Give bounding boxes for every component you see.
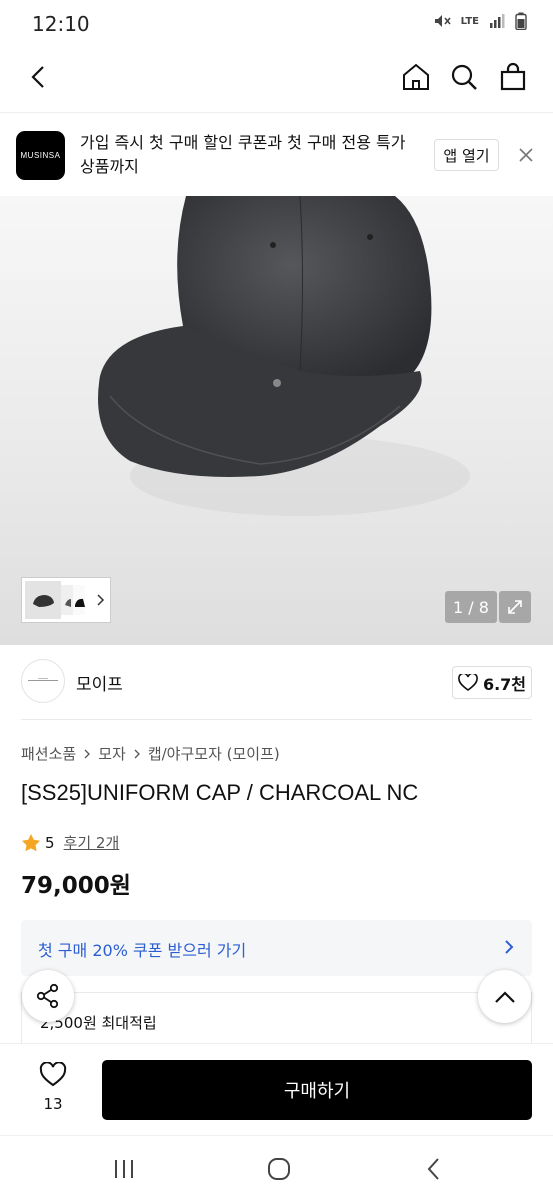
- divider: [21, 719, 532, 720]
- cart-button[interactable]: [488, 42, 538, 112]
- expand-icon: [508, 600, 522, 614]
- share-icon: [36, 983, 59, 1009]
- thumbnail-strip[interactable]: [21, 577, 111, 623]
- signal-icon: [490, 14, 505, 28]
- back-icon: [427, 1157, 439, 1180]
- cap-thumbnail-icon: [33, 595, 54, 607]
- home-icon: [403, 63, 429, 90]
- share-button[interactable]: [22, 970, 74, 1022]
- search-button[interactable]: [439, 42, 489, 112]
- status-icons: LTE: [433, 12, 527, 30]
- status-bar: 12:10 LTE: [0, 0, 553, 42]
- recent-apps-icon: [115, 1159, 133, 1178]
- chevron-right-icon: [505, 940, 514, 954]
- close-icon: [519, 148, 533, 162]
- network-type: LTE: [460, 15, 479, 27]
- home-button[interactable]: [391, 42, 441, 112]
- battery-icon: [515, 12, 527, 30]
- first-purchase-coupon[interactable]: 첫 구매 20% 쿠폰 받으러 가기: [21, 920, 532, 976]
- wishlist-button[interactable]: 13: [30, 1061, 76, 1113]
- heart-icon: [39, 1061, 67, 1087]
- status-time: 12:10: [32, 12, 90, 36]
- coupon-label: 첫 구매 20% 쿠폰 받으러 가기: [38, 941, 247, 960]
- product-image-gallery[interactable]: 1 / 8: [0, 196, 553, 645]
- heart-icon: [458, 673, 478, 691]
- product-rating: 5 후기 2개: [21, 832, 119, 853]
- chevron-right-icon[interactable]: [93, 593, 107, 607]
- breadcrumb-item[interactable]: 모자: [98, 743, 126, 764]
- brand-row: 모이프 6.7천: [0, 645, 553, 721]
- breadcrumb: 패션소품 모자 캡/야구모자 (모이프): [21, 743, 280, 764]
- back-nav-button[interactable]: [394, 1136, 474, 1200]
- chevron-left-icon: [31, 66, 44, 88]
- brand-logo[interactable]: [21, 659, 65, 703]
- chevron-up-icon: [494, 990, 515, 1003]
- wishlist-count: 13: [43, 1095, 63, 1113]
- brand-like-button[interactable]: 6.7천: [452, 666, 532, 699]
- fullscreen-button[interactable]: [499, 591, 531, 623]
- chevron-right-icon: [84, 749, 91, 758]
- scroll-top-button[interactable]: [478, 970, 531, 1023]
- brand-name[interactable]: 모이프: [76, 670, 123, 695]
- promo-close-button[interactable]: [514, 143, 538, 167]
- thumbnail-stack[interactable]: [61, 581, 89, 619]
- back-button[interactable]: [14, 42, 64, 112]
- product-title: [SS25]UNIFORM CAP / CHARCOAL NC: [21, 780, 419, 805]
- shopping-bag-icon: [500, 62, 526, 91]
- system-nav-bar: [0, 1135, 553, 1200]
- brand-like-count: 6.7천: [482, 674, 527, 694]
- cap-thumbnail-icon: [61, 585, 85, 615]
- home-nav-button[interactable]: [239, 1136, 319, 1200]
- musinsa-logo: MUSINSA: [16, 131, 65, 180]
- search-icon: [451, 64, 477, 90]
- product-price: 79,000원: [21, 873, 131, 899]
- thumbnail-image[interactable]: [25, 581, 61, 619]
- promo-message: 가입 즉시 첫 구매 할인 쿠폰과 첫 구매 전용 특가 상품까지: [80, 133, 406, 176]
- rating-score: 5: [45, 833, 55, 852]
- star-icon: [22, 833, 40, 851]
- open-app-button[interactable]: 앱 열기: [434, 139, 499, 171]
- purchase-bar: 13 구매하기: [0, 1043, 553, 1135]
- breadcrumb-item[interactable]: 캡/야구모자 (모이프): [148, 743, 280, 764]
- image-counter: 1 / 8: [445, 591, 497, 623]
- review-link[interactable]: 후기 2개: [64, 832, 120, 853]
- brand-logo-icon: [28, 678, 58, 681]
- home-circle-icon: [268, 1157, 290, 1180]
- breadcrumb-item[interactable]: 패션소품: [21, 743, 76, 764]
- mute-icon: [434, 15, 451, 27]
- chevron-right-icon: [134, 749, 140, 758]
- buy-button[interactable]: 구매하기: [102, 1060, 532, 1120]
- product-image: [98, 196, 470, 516]
- recent-apps-button[interactable]: [84, 1136, 164, 1200]
- app-promo-banner: MUSINSA 가입 즉시 첫 구매 할인 쿠폰과 첫 구매 전용 특가 상품까…: [0, 112, 553, 196]
- app-header: [0, 42, 553, 112]
